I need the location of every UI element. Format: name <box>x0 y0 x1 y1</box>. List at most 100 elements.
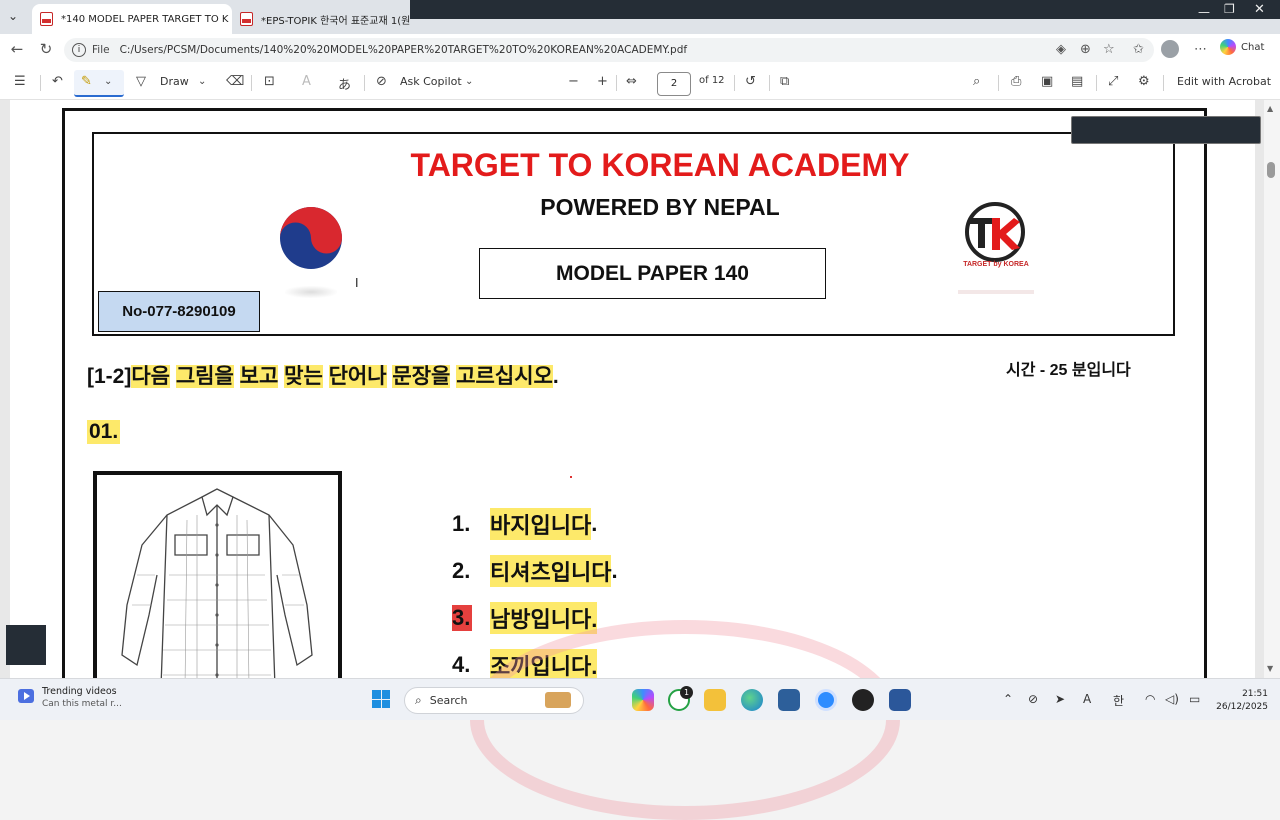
wifi-icon[interactable]: ◠ <box>1145 692 1155 706</box>
ask-copilot-label[interactable]: Ask Copilot <box>400 75 462 88</box>
divider <box>769 75 770 91</box>
page-total: of 12 <box>699 75 725 86</box>
screen-share-overlay <box>1071 116 1261 144</box>
scroll-down-icon[interactable]: ▼ <box>1267 664 1273 673</box>
font-a-icon[interactable]: A <box>1083 692 1091 706</box>
contents-icon[interactable]: ☰ <box>14 74 26 89</box>
text-box-icon[interactable]: ⊡ <box>264 74 275 89</box>
eraser-icon[interactable]: ⌫ <box>226 74 244 89</box>
translate-icon[interactable]: あ <box>338 74 351 93</box>
instruction-period: . <box>552 365 559 388</box>
undo-icon[interactable]: ↶ <box>52 74 63 89</box>
tray-chevron-icon[interactable]: ⌃ <box>1003 692 1013 706</box>
draw-label[interactable]: Draw <box>160 75 189 88</box>
answer-option-3[interactable]: 3. 남방입니다. <box>452 602 598 634</box>
store-icon[interactable] <box>778 689 800 711</box>
widget-trending[interactable]: Trending videos Can this metal r... <box>18 686 122 709</box>
draw-icon[interactable]: ▽ <box>136 74 146 89</box>
media-player-icon[interactable] <box>852 689 874 711</box>
tab-label: *EPS-TOPIK 한국어 표준교재 1(원 <box>261 15 411 27</box>
option-number: 1. <box>452 511 471 536</box>
favorite-star-icon[interactable]: ☆ <box>1103 42 1115 57</box>
refresh-icon[interactable]: ↻ <box>36 40 56 58</box>
read-aloud-icon[interactable]: ◈ <box>1056 42 1066 57</box>
clock-time: 21:51 <box>1242 689 1268 699</box>
scrollbar-thumb[interactable] <box>1267 162 1275 178</box>
zoom-in-icon[interactable]: + <box>597 74 608 89</box>
minimize-icon[interactable]: — <box>1198 5 1210 19</box>
read-aloud-icon[interactable]: A <box>302 74 311 89</box>
profile-avatar[interactable] <box>1161 40 1179 58</box>
copilot-app-icon[interactable] <box>632 689 654 711</box>
find-icon[interactable]: ⌕ <box>973 74 980 89</box>
option-number-marked: 3. <box>452 605 472 631</box>
taskbar-clock[interactable]: 21:51 26/12/2025 <box>1212 688 1268 714</box>
pdf-file-icon <box>40 12 53 26</box>
fit-page-icon[interactable]: ⇔ <box>626 74 637 89</box>
option-period: . <box>591 511 598 536</box>
page-number-input[interactable]: 2 <box>657 72 691 96</box>
save-icon[interactable]: ▣ <box>1041 74 1053 89</box>
zoom-app-icon[interactable] <box>815 689 837 711</box>
print-icon[interactable]: ⎙ <box>1011 74 1021 89</box>
ime-indicator[interactable]: 한 <box>1113 692 1124 709</box>
back-icon[interactable]: ← <box>7 40 27 58</box>
url-text[interactable]: C:/Users/PCSM/Documents/140%20%20MODEL%2… <box>120 44 688 56</box>
instruction-word: 그림을 <box>175 365 234 388</box>
more-menu-icon[interactable]: ⋯ <box>1194 42 1207 57</box>
model-paper-box: MODEL PAPER 140 <box>479 248 826 299</box>
close-window-icon[interactable]: ✕ <box>1254 2 1265 17</box>
edit-with-acrobat-button[interactable]: Edit with Acrobat <box>1177 75 1271 88</box>
question-instruction: [1-2]다음 그림을 보고 맞는 단어나 문장을 고르십시오. <box>87 360 559 390</box>
windows-start-icon[interactable] <box>372 690 390 708</box>
fullscreen-icon[interactable]: ⤢ <box>1108 74 1118 89</box>
scroll-up-icon[interactable]: ▲ <box>1267 104 1273 113</box>
settings-gear-icon[interactable]: ⚙ <box>1138 74 1150 89</box>
answer-option-2[interactable]: 2. 티셔츠입니다. <box>452 555 618 587</box>
instruction-word: 문장을 <box>392 365 451 388</box>
option-text: 남방입니다. <box>490 602 598 634</box>
notification-badge: 1 <box>680 686 693 699</box>
info-icon[interactable]: i <box>72 43 86 57</box>
word-icon[interactable] <box>889 689 911 711</box>
option-period: . <box>611 558 618 583</box>
network-off-icon[interactable]: ⊘ <box>1028 692 1038 706</box>
phone-number-box: No-077-8290109 <box>98 291 260 332</box>
highlight-dropdown-icon: ⌄ <box>104 76 113 87</box>
restore-icon[interactable]: ❐ <box>1224 2 1235 16</box>
zoom-icon[interactable]: ⊕ <box>1080 42 1091 57</box>
page-view-icon[interactable]: ⧉ <box>780 74 789 89</box>
tab-eps-topik[interactable]: *EPS-TOPIK 한국어 표준교재 1(원 <box>232 4 422 34</box>
ask-copilot-dropdown-icon[interactable]: ⌄ <box>465 76 473 87</box>
search-icon: ⌕ <box>415 693 422 707</box>
pdf-toolbar: ☰ ↶ ✎ ⌄ ▽ Draw ⌄ ⌫ ⊡ A あ ⊘ Ask Copilot ⌄… <box>0 66 1280 100</box>
annotation-arc <box>470 620 900 820</box>
option-number: 4. <box>452 652 471 677</box>
clock-date: 26/12/2025 <box>1216 702 1268 712</box>
zoom-out-icon[interactable]: − <box>568 74 579 89</box>
location-icon[interactable]: ➤ <box>1055 692 1065 706</box>
copilot-icon[interactable]: ⊘ <box>376 74 387 89</box>
tab-model-paper[interactable]: *140 MODEL PAPER TARGET TO K ✕ <box>32 4 232 34</box>
file-explorer-icon[interactable] <box>704 689 726 711</box>
battery-icon[interactable]: ▭ <box>1189 692 1200 706</box>
copilot-chat-button[interactable]: Chat <box>1220 39 1264 55</box>
volume-icon[interactable]: ◁) <box>1165 692 1179 706</box>
edge-browser-icon[interactable] <box>741 689 763 711</box>
vertical-scrollbar[interactable] <box>1264 100 1280 678</box>
logo-reflection <box>285 286 337 298</box>
tk-academy-logo: TARGET by KOREA <box>958 202 1034 294</box>
taskbar-search[interactable]: ⌕ Search <box>404 687 584 714</box>
divider <box>998 75 999 91</box>
copilot-icon <box>1220 39 1236 55</box>
chat-label: Chat <box>1241 41 1265 53</box>
divider <box>364 75 365 91</box>
favorites-icon[interactable]: ✩ <box>1133 42 1144 57</box>
save-as-icon[interactable]: ▤ <box>1071 74 1083 89</box>
draw-dropdown-icon[interactable]: ⌄ <box>198 76 206 87</box>
search-highlight-icon <box>545 692 571 708</box>
answer-option-1[interactable]: 1. 바지입니다. <box>452 508 597 540</box>
tab-list-menu-icon[interactable]: ⌄ <box>8 9 18 23</box>
rotate-icon[interactable]: ↺ <box>745 74 756 89</box>
address-bar[interactable]: i File C:/Users/PCSM/Documents/140%20%20… <box>64 38 1154 62</box>
